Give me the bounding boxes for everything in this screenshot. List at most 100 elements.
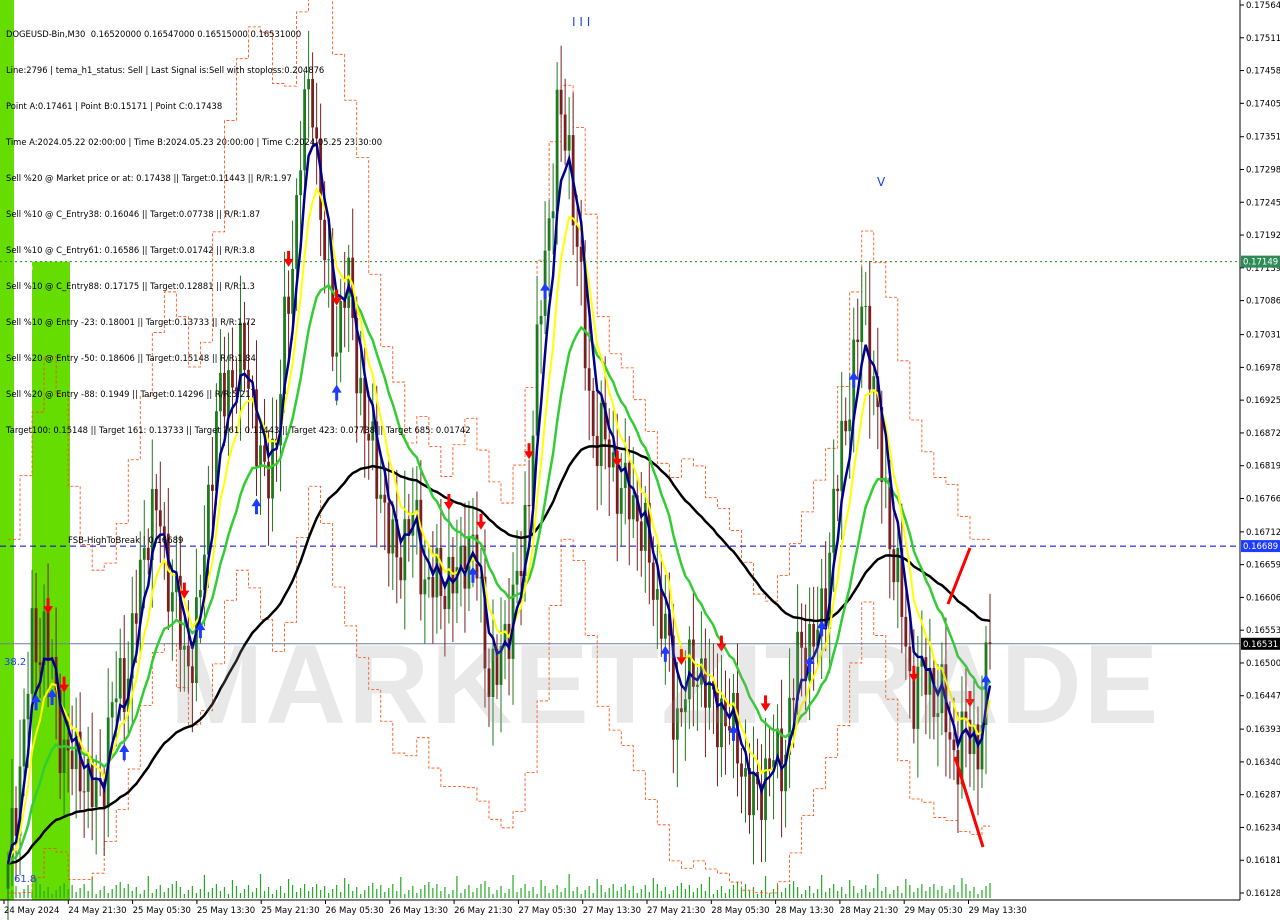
volume-bar — [175, 881, 177, 898]
x-tick-label: 29 May 05:30 — [904, 906, 962, 916]
volume-bar — [139, 894, 141, 898]
fsb-high-to-break-label: FSB-HighToBreak | 0.16689 — [68, 536, 183, 546]
volume-bar — [664, 887, 666, 898]
candle-body — [519, 570, 523, 576]
volume-bar — [644, 885, 646, 898]
volume-bar — [636, 893, 638, 898]
volume-bar — [740, 888, 743, 898]
candle-body — [383, 494, 387, 503]
volume-bar — [676, 886, 678, 898]
volume-bar — [380, 885, 382, 898]
volume-bar — [476, 888, 478, 898]
candle-body — [22, 719, 26, 767]
volume-bar — [99, 890, 101, 898]
volume-bar — [716, 890, 719, 898]
volume-bar — [376, 889, 378, 898]
info-line: Sell %10 @ C_Entry88: 0.17175 || Target:… — [6, 281, 255, 291]
watermark: MARKETZITRADE — [170, 622, 1161, 747]
volume-bar — [680, 883, 682, 898]
candle-body — [599, 402, 603, 466]
volume-bar — [933, 884, 935, 898]
volume-bar — [163, 892, 165, 898]
candle-body — [872, 376, 876, 390]
volume-bar — [452, 890, 454, 898]
volume-bar — [119, 882, 121, 898]
candle-body — [94, 778, 98, 807]
y-tick-label: 0.17405 — [1246, 99, 1280, 109]
volume-bar — [127, 884, 129, 898]
x-tick-label: 28 May 13:30 — [776, 906, 834, 916]
volume-bar — [929, 887, 931, 898]
y-tick-label: 0.17351 — [1246, 133, 1280, 143]
volume-bar — [772, 889, 775, 898]
volume-bar — [95, 894, 97, 898]
volume-bar — [744, 884, 747, 898]
candle-body — [443, 595, 447, 610]
volume-bar — [616, 891, 618, 898]
candle-body — [423, 579, 427, 595]
volume-bar — [901, 893, 903, 898]
volume-bar — [352, 891, 354, 898]
x-tick-label: 24 May 2024 — [4, 906, 59, 916]
candle-body — [559, 89, 563, 115]
volume-bar — [348, 884, 350, 898]
volume-bar — [336, 885, 338, 898]
volume-bar — [283, 893, 286, 898]
x-tick-label: 27 May 21:30 — [647, 906, 705, 916]
volume-bar — [223, 887, 226, 898]
volume-bar — [159, 885, 161, 898]
candle-body — [142, 547, 146, 560]
volume-bar — [83, 884, 85, 898]
x-tick-label: 27 May 05:30 — [518, 906, 576, 916]
volume-bar — [732, 885, 735, 898]
volume-bar — [55, 890, 57, 898]
volume-bar — [480, 884, 482, 898]
volume-bar — [640, 889, 642, 898]
blue-line-price-tag: 0.16689 — [1243, 542, 1278, 552]
volume-bar — [692, 892, 694, 898]
volume-bar — [183, 894, 185, 898]
volume-bar — [736, 882, 739, 898]
candle-body — [207, 484, 210, 555]
volume-bar — [239, 893, 242, 898]
volume-bar — [861, 889, 863, 898]
volume-bar — [287, 879, 290, 898]
candle-body — [591, 390, 595, 436]
volume-bar — [464, 889, 466, 898]
volume-bar — [356, 887, 358, 898]
candle-body — [515, 570, 519, 585]
volume-bar — [448, 894, 450, 898]
volume-bar — [760, 890, 763, 898]
volume-bar — [813, 893, 815, 898]
volume-bar — [155, 889, 157, 898]
info-line: Line:2796 | tema_h1_status: Sell | Last … — [6, 65, 325, 75]
volume-bar — [805, 890, 807, 898]
candle-body — [427, 577, 431, 580]
volume-bar — [312, 887, 314, 898]
volume-bar — [564, 888, 566, 898]
volume-bar — [247, 885, 250, 898]
y-tick-label: 0.16553 — [1246, 626, 1280, 636]
volume-bar — [937, 890, 939, 898]
volume-bar — [893, 890, 895, 898]
volume-bar — [500, 886, 502, 898]
x-tick-label: 29 May 13:30 — [969, 906, 1027, 916]
volume-bar — [532, 887, 534, 898]
candle-body — [399, 557, 403, 581]
x-tick-label: 28 May 05:30 — [711, 906, 769, 916]
volume-bar — [47, 887, 49, 898]
volume-bar — [63, 883, 65, 898]
volume-bar — [949, 889, 951, 898]
volume-bar — [797, 887, 799, 898]
y-tick-label: 0.16819 — [1246, 462, 1280, 472]
volume-bar — [632, 886, 634, 898]
volume-bar — [251, 892, 254, 898]
volume-bar — [921, 884, 923, 898]
volume-bar — [580, 894, 582, 898]
y-tick-label: 0.17298 — [1246, 165, 1280, 175]
info-line: Sell %20 @ Entry -50: 0.18606 || Target:… — [6, 353, 256, 363]
volume-bar — [624, 884, 626, 898]
x-tick-label: 28 May 21:30 — [840, 906, 898, 916]
volume-bar — [728, 889, 731, 898]
volume-bar — [428, 882, 430, 898]
